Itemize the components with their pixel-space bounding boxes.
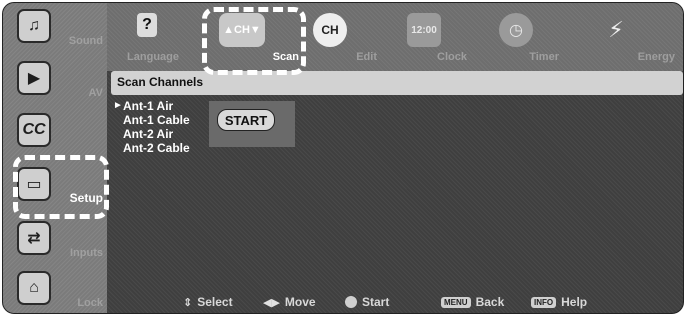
- cc-icon: CC: [17, 113, 51, 147]
- list-item-label: Ant-2 Cable: [123, 141, 190, 155]
- av-icon: ▶: [17, 61, 51, 95]
- inputs-icon: ⇄: [17, 221, 51, 255]
- sidebar-item-lock[interactable]: ⌂ Lock: [3, 265, 107, 313]
- hint-help: INFO Help: [531, 295, 587, 309]
- sidebar-item-av[interactable]: ▶ AV: [3, 55, 107, 103]
- hint-start-label: Start: [362, 295, 390, 309]
- tab-label: Clock: [437, 51, 467, 63]
- sidebar-item-label: AV: [88, 87, 103, 99]
- start-panel: START: [209, 101, 295, 147]
- timer-icon: ◷: [499, 13, 533, 47]
- hint-select: ⇕ Select: [183, 295, 233, 309]
- sidebar-item-label: Inputs: [70, 247, 103, 259]
- list-item-ant2-cable[interactable]: Ant-2 Cable: [115, 141, 190, 155]
- tab-language[interactable]: ? Language: [113, 3, 183, 71]
- sound-icon: ♫: [17, 9, 51, 43]
- page-title-bar: Scan Channels: [111, 71, 683, 95]
- page-title: Scan Channels: [117, 75, 204, 89]
- left-right-arrows-icon: ◀▶: [263, 296, 280, 309]
- list-item-label: Ant-1 Cable: [123, 113, 190, 127]
- tab-timer[interactable]: ◷ Timer: [483, 3, 563, 71]
- info-key-icon: INFO: [531, 296, 557, 308]
- tab-label: Energy: [637, 51, 675, 63]
- hint-move: ◀▶ Move: [263, 295, 316, 309]
- hint-start: Start: [345, 295, 389, 309]
- hint-back: MENU Back: [441, 295, 504, 309]
- list-item-label: Ant-1 Air: [123, 99, 174, 113]
- question-icon: ?: [137, 13, 157, 37]
- up-down-arrows-icon: ⇕: [183, 296, 193, 309]
- enter-button-icon: [345, 296, 357, 308]
- setup-item-highlight: [13, 155, 109, 219]
- list-item-label: Ant-2 Air: [123, 127, 174, 141]
- lock-icon: ⌂: [17, 271, 51, 305]
- menu-key-icon: MENU: [441, 296, 471, 308]
- start-button[interactable]: START: [217, 109, 275, 131]
- help-bar: ⇕ Select ◀▶ Move Start MENU Back INFO He…: [107, 291, 683, 313]
- energy-icon: ⚡: [608, 17, 624, 42]
- sidebar-item-cc[interactable]: CC: [3, 107, 107, 155]
- tab-clock[interactable]: 12:00 Clock: [391, 3, 471, 71]
- hint-move-label: Move: [284, 295, 316, 309]
- tv-menu-screen: ♫ Sound ▶ AV CC ▭ Setup ⇄ Inputs ⌂ Lock …: [2, 2, 684, 314]
- hint-back-label: Back: [475, 295, 505, 309]
- sidebar-item-sound[interactable]: ♫ Sound: [3, 3, 107, 51]
- tab-label: Edit: [356, 51, 377, 63]
- list-item-ant2-air[interactable]: Ant-2 Air: [115, 127, 190, 141]
- channel-source-list: ► Ant-1 Air Ant-1 Cable Ant-2 Air Ant-2 …: [113, 99, 190, 155]
- hint-select-label: Select: [197, 295, 233, 309]
- clock-icon: 12:00: [407, 13, 441, 47]
- sidebar-item-label: Sound: [68, 35, 103, 47]
- tab-energy[interactable]: ⚡ Energy: [583, 3, 679, 71]
- sidebar-item-inputs[interactable]: ⇄ Inputs: [3, 215, 107, 263]
- hint-help-label: Help: [561, 295, 588, 309]
- sidebar-item-label: Lock: [77, 297, 103, 309]
- tab-label: Language: [127, 51, 179, 63]
- list-item-ant1-cable[interactable]: Ant-1 Cable: [115, 113, 190, 127]
- tab-edit[interactable]: CH Edit: [307, 3, 381, 71]
- scan-tab-highlight: [202, 7, 306, 75]
- selection-arrow-icon: ►: [113, 100, 123, 111]
- ch-icon: CH: [313, 13, 347, 47]
- list-item-ant1-air[interactable]: ► Ant-1 Air: [113, 99, 190, 113]
- tab-bar: ? Language ▲CH▼ Scan CH Edit 12:00 Clock…: [107, 3, 683, 71]
- tab-label: Timer: [529, 51, 559, 63]
